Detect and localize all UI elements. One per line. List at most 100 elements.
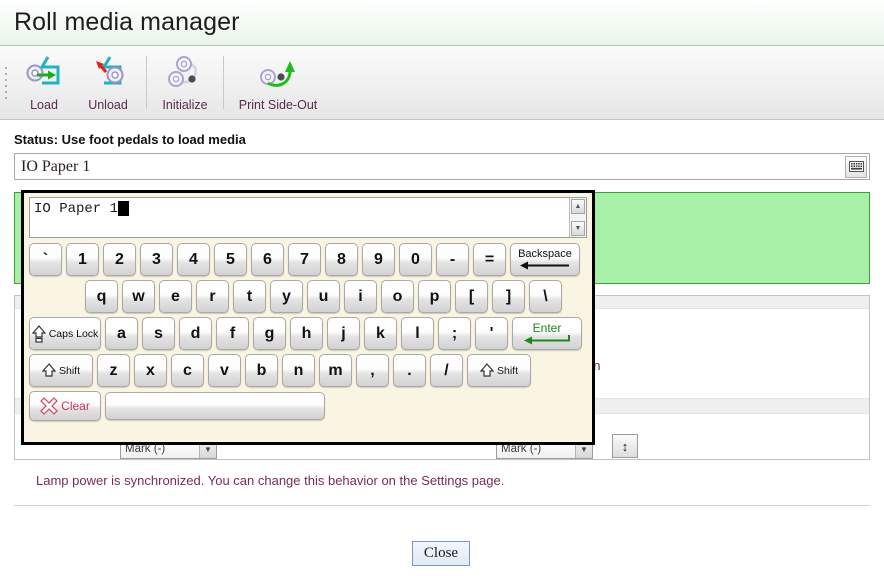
key-8[interactable]: 8 <box>325 243 358 276</box>
key-a[interactable]: a <box>105 317 138 350</box>
key-space[interactable] <box>105 392 325 420</box>
key-2[interactable]: 2 <box>103 243 136 276</box>
key-4[interactable]: 4 <box>177 243 210 276</box>
keyboard-display-field[interactable]: IO Paper 1 ▲ ▼ <box>29 197 587 238</box>
key-x[interactable]: x <box>134 354 167 387</box>
key-p[interactable]: p <box>418 280 451 313</box>
key-n[interactable]: n <box>282 354 315 387</box>
print-side-out-icon <box>254 53 302 96</box>
toolbar-button-initialize[interactable]: Initialize <box>153 46 217 119</box>
toolbar-label-initialize: Initialize <box>162 98 208 112</box>
key-6[interactable]: 6 <box>251 243 284 276</box>
keyboard-row-space: Clear <box>29 391 587 421</box>
key-period[interactable]: . <box>393 354 426 387</box>
initialize-roll-icon <box>163 53 207 96</box>
key-shift-right-label: Shift <box>496 364 518 377</box>
keyboard-row-qwerty: q w e r t y u i o p [ ] \ <box>29 280 587 313</box>
grip-dot <box>5 90 7 93</box>
key-k[interactable]: k <box>364 317 397 350</box>
key-shift-left-label: Shift <box>58 364 80 377</box>
key-bracket-right[interactable]: ] <box>492 280 525 313</box>
key-7[interactable]: 7 <box>288 243 321 276</box>
keyboard-display-scrollbar[interactable]: ▲ ▼ <box>569 198 586 237</box>
key-9[interactable]: 9 <box>362 243 395 276</box>
text-caret <box>118 201 130 216</box>
key-clear[interactable]: Clear <box>29 391 101 421</box>
key-bracket-left[interactable]: [ <box>455 280 488 313</box>
key-minus[interactable]: - <box>436 243 469 276</box>
virtual-keyboard: IO Paper 1 ▲ ▼ ` 1 2 3 4 5 6 7 8 9 0 - =… <box>21 190 595 445</box>
footer-divider <box>14 505 870 506</box>
grip-dot <box>5 72 7 75</box>
toolbar-label-unload: Unload <box>88 98 128 112</box>
key-y[interactable]: y <box>270 280 303 313</box>
key-o[interactable]: o <box>381 280 414 313</box>
key-1[interactable]: 1 <box>66 243 99 276</box>
window-title-bar: Roll media manager <box>0 0 884 46</box>
key-shift-left[interactable]: Shift <box>29 354 93 387</box>
key-w[interactable]: w <box>122 280 155 313</box>
grip-dot <box>5 78 7 81</box>
toolbar-label-print-side-out: Print Side-Out <box>238 98 318 112</box>
key-i[interactable]: i <box>344 280 377 313</box>
toolbar-button-load[interactable]: Load <box>12 46 76 119</box>
media-name-field[interactable]: IO Paper 1 <box>14 153 870 180</box>
key-5[interactable]: 5 <box>214 243 247 276</box>
key-z[interactable]: z <box>97 354 130 387</box>
lamp-sync-note: Lamp power is synchronized. You can chan… <box>36 473 505 488</box>
key-d[interactable]: d <box>179 317 212 350</box>
key-apostrophe[interactable]: ' <box>475 317 508 350</box>
keyboard-row-numbers: ` 1 2 3 4 5 6 7 8 9 0 - = Backspace <box>29 243 587 276</box>
clear-x-icon <box>40 397 59 415</box>
key-u[interactable]: u <box>307 280 340 313</box>
key-c[interactable]: c <box>171 354 204 387</box>
close-button[interactable]: Close <box>412 541 470 566</box>
toolbar-drag-grip[interactable] <box>0 46 12 119</box>
toolbar: Load Unload Initialize Print Side-Out <box>0 46 884 120</box>
toolbar-button-print-side-out[interactable]: Print Side-Out <box>230 46 326 119</box>
key-enter[interactable]: Enter <box>512 317 582 350</box>
key-g[interactable]: g <box>253 317 286 350</box>
grip-dot <box>5 96 7 99</box>
toolbar-button-unload[interactable]: Unload <box>76 46 140 119</box>
keyboard-icon[interactable] <box>845 155 867 178</box>
key-equals[interactable]: = <box>473 243 506 276</box>
key-l[interactable]: l <box>401 317 434 350</box>
key-v[interactable]: v <box>208 354 241 387</box>
value-spinner[interactable]: ↕ <box>612 434 638 458</box>
toolbar-separator <box>146 56 147 109</box>
key-backslash[interactable]: \ <box>529 280 562 313</box>
key-slash[interactable]: / <box>430 354 463 387</box>
key-h[interactable]: h <box>290 317 323 350</box>
key-b[interactable]: b <box>245 354 278 387</box>
key-q[interactable]: q <box>85 280 118 313</box>
key-semicolon[interactable]: ; <box>438 317 471 350</box>
key-caps-lock[interactable]: Caps Lock <box>29 317 101 350</box>
key-s[interactable]: s <box>142 317 175 350</box>
backspace-arrow-icon <box>520 261 569 270</box>
media-name-value[interactable]: IO Paper 1 <box>15 158 845 176</box>
key-e[interactable]: e <box>159 280 192 313</box>
keyboard-display-text: IO Paper 1 <box>30 198 569 237</box>
key-r[interactable]: r <box>196 280 229 313</box>
key-m[interactable]: m <box>319 354 352 387</box>
key-comma[interactable]: , <box>356 354 389 387</box>
status-text: Status: Use foot pedals to load media <box>14 132 246 147</box>
key-caps-lock-label: Caps Lock <box>48 327 99 340</box>
key-shift-right[interactable]: Shift <box>467 354 531 387</box>
shift-arrow-icon <box>41 363 56 377</box>
load-roll-icon <box>22 53 66 96</box>
scroll-up-icon[interactable]: ▲ <box>571 199 585 214</box>
key-t[interactable]: t <box>233 280 266 313</box>
key-3[interactable]: 3 <box>140 243 173 276</box>
caps-lock-arrow-icon <box>31 324 46 343</box>
key-j[interactable]: j <box>327 317 360 350</box>
key-f[interactable]: f <box>216 317 249 350</box>
key-enter-label: Enter <box>532 321 562 336</box>
key-backtick[interactable]: ` <box>29 243 62 276</box>
key-0[interactable]: 0 <box>399 243 432 276</box>
enter-arrow-icon <box>524 334 570 345</box>
key-backspace[interactable]: Backspace <box>510 243 580 276</box>
scroll-down-icon[interactable]: ▼ <box>571 221 585 236</box>
spinner-updown-icon: ↕ <box>621 438 629 454</box>
